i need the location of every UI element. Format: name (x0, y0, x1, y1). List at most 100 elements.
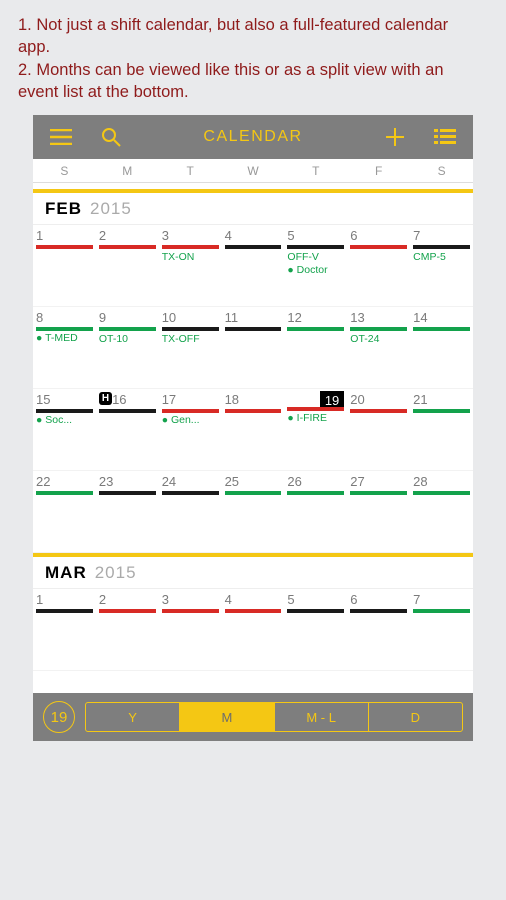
shift-bar (36, 491, 93, 495)
segment-d[interactable]: D (369, 703, 462, 731)
segment-y[interactable]: Y (86, 703, 180, 731)
day-number: 15 (36, 392, 52, 407)
day-number: 7 (413, 592, 422, 607)
day-cell[interactable]: H16 (96, 389, 159, 471)
day-cell[interactable]: 24 (159, 471, 222, 553)
today-button[interactable]: 19 (43, 701, 75, 733)
day-number: 8 (36, 310, 45, 325)
day-cell[interactable]: 9OT-10 (96, 307, 159, 389)
menu-icon[interactable] (47, 123, 75, 151)
month-year: 2015 (95, 563, 137, 583)
day-cell[interactable]: 22 (33, 471, 96, 553)
day-cell[interactable]: 4 (222, 225, 285, 307)
shift-label: OT-24 (350, 333, 407, 345)
day-number: 10 (162, 310, 178, 325)
day-cell[interactable]: 6 (347, 225, 410, 307)
day-number: 5 (287, 592, 296, 607)
event-label: ● Doctor (287, 264, 344, 276)
day-cell[interactable]: 23 (96, 471, 159, 553)
day-cell[interactable]: 15● Soc... (33, 389, 96, 471)
day-number: 13 (350, 310, 366, 325)
event-label: ● T-MED (36, 332, 93, 344)
shift-bar (225, 327, 282, 331)
day-cell[interactable]: 2 (96, 225, 159, 307)
day-number: 5 (287, 228, 296, 243)
day-number: 17 (162, 392, 178, 407)
day-cell[interactable]: 6 (347, 589, 410, 671)
event-label: ● I-FIRE (287, 412, 344, 424)
day-number: 1 (36, 592, 45, 607)
day-cell[interactable]: 1 (33, 225, 96, 307)
day-cell[interactable]: 1 (33, 589, 96, 671)
month-year: 2015 (90, 199, 132, 219)
weekday-label: W (222, 159, 285, 182)
day-cell[interactable]: 4 (222, 589, 285, 671)
weekday-label: T (159, 159, 222, 182)
day-cell[interactable]: 5 (284, 589, 347, 671)
day-number: 6 (350, 228, 359, 243)
day-cell[interactable]: 20 (347, 389, 410, 471)
day-cell[interactable]: 10TX-OFF (159, 307, 222, 389)
month-name: FEB (45, 199, 82, 219)
shift-bar (162, 609, 219, 613)
day-cell[interactable]: 3TX-ON (159, 225, 222, 307)
shift-bar (99, 327, 156, 331)
day-cell[interactable]: 3 (159, 589, 222, 671)
day-number: 16 (112, 392, 128, 407)
shift-bar (350, 491, 407, 495)
week-row: 22 2324252627 28 (33, 471, 473, 553)
annotation-line1: 1. Not just a shift calendar, but also a… (18, 14, 472, 59)
shift-bar (287, 245, 344, 249)
search-icon[interactable] (97, 123, 125, 151)
week-row: 1234567 (33, 589, 473, 671)
day-cell[interactable]: 17● Gen... (159, 389, 222, 471)
shift-bar (162, 491, 219, 495)
day-cell[interactable]: 21 (410, 389, 473, 471)
week-row: 8 ● T-MED9OT-1010TX-OFF1112 13 OT-24 14 (33, 307, 473, 389)
day-cell[interactable]: 5OFF-V● Doctor (284, 225, 347, 307)
segment-ml[interactable]: M - L (275, 703, 369, 731)
shift-bar (36, 245, 93, 249)
day-cell[interactable]: 27 (347, 471, 410, 553)
day-number: 4 (225, 592, 234, 607)
shift-bar (413, 245, 470, 249)
shift-bar (225, 609, 282, 613)
day-number: 1 (36, 228, 45, 243)
shift-bar (413, 409, 470, 413)
day-cell[interactable]: 14 (410, 307, 473, 389)
add-icon[interactable] (381, 123, 409, 151)
shift-bar (225, 409, 282, 413)
shift-bar (287, 609, 344, 613)
week-row: 15● Soc...H1617● Gen...18 19 ● I-FIRE 20 21 (33, 389, 473, 471)
list-icon[interactable] (431, 123, 459, 151)
shift-bar (99, 409, 156, 413)
day-number: 14 (413, 310, 429, 325)
day-cell[interactable]: 25 (222, 471, 285, 553)
weekday-label: S (410, 159, 473, 182)
day-cell[interactable]: 11 (222, 307, 285, 389)
day-cell[interactable]: 7CMP-5 (410, 225, 473, 307)
month-name: MAR (45, 563, 87, 583)
day-cell[interactable]: 19 ● I-FIRE (284, 389, 347, 471)
day-number: 12 (287, 310, 303, 325)
day-number: 20 (350, 392, 366, 407)
shift-bar (36, 409, 93, 413)
segment-m[interactable]: M (180, 703, 274, 731)
app-title: CALENDAR (203, 128, 302, 146)
shift-bar (350, 245, 407, 249)
day-number: 19 (320, 391, 344, 407)
day-cell[interactable]: 7 (410, 589, 473, 671)
day-cell[interactable]: 18 (222, 389, 285, 471)
day-cell[interactable]: 28 (410, 471, 473, 553)
day-cell[interactable]: 26 (284, 471, 347, 553)
shift-bar (350, 409, 407, 413)
day-cell[interactable]: 13 OT-24 (347, 307, 410, 389)
day-number: 6 (350, 592, 359, 607)
shift-bar (413, 609, 470, 613)
day-number: 27 (350, 474, 366, 489)
day-cell[interactable]: 12 (284, 307, 347, 389)
day-number: 22 (36, 474, 52, 489)
day-cell[interactable]: 8 ● T-MED (33, 307, 96, 389)
day-cell[interactable]: 2 (96, 589, 159, 671)
day-number: 3 (162, 592, 171, 607)
